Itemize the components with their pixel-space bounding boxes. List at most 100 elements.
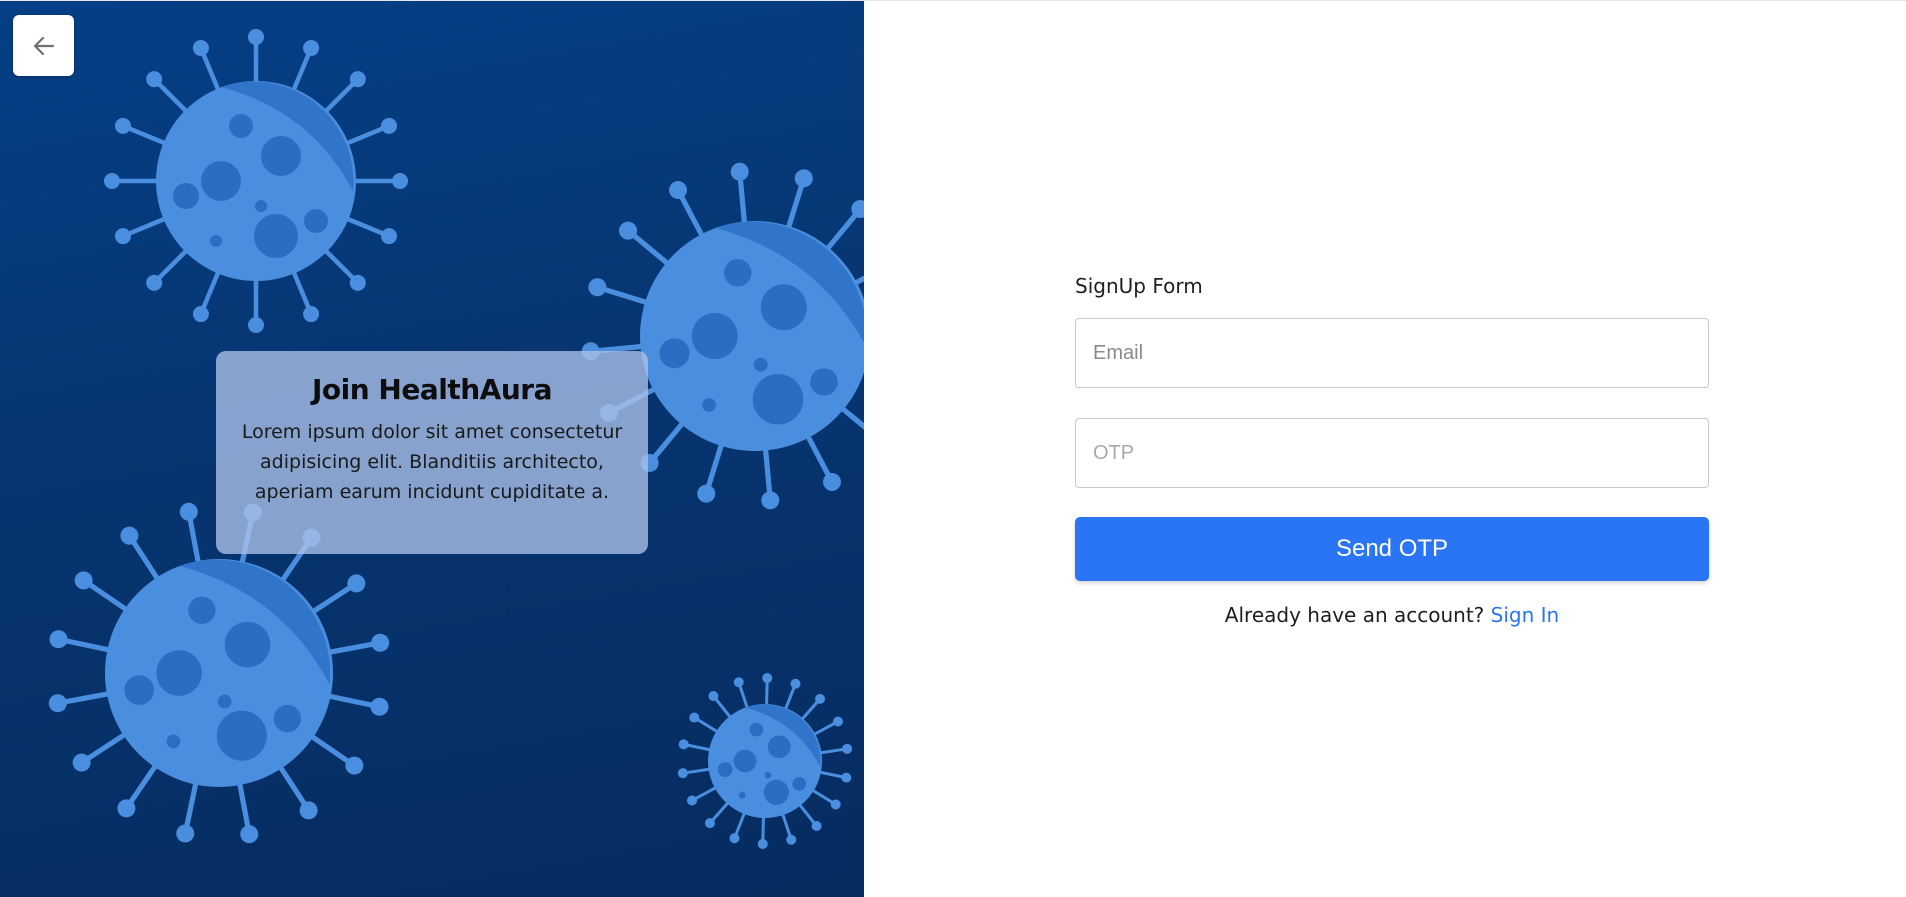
virus-spike-knob [72,753,91,772]
virus-spot [273,704,302,733]
virus-spike-knob [146,274,163,291]
virus-spike-knob [757,838,768,849]
email-input[interactable] [1075,318,1709,388]
virus-spike-knob [815,693,826,704]
virus-spike-knob [811,821,822,832]
virus-spike-knob [192,306,209,323]
hero-panel: Join HealthAura Lorem ipsum dolor sit am… [0,1,864,897]
virus-spot [255,200,267,212]
virus-spike-knob [687,795,698,806]
virus-spike-knob [786,834,797,845]
virus-spike-knob [729,833,740,844]
virus-spike-knob [371,633,390,652]
virus-spike-knob [697,484,716,503]
virus-spot [752,373,804,425]
virus-body [156,81,356,281]
virus-spot [764,771,772,779]
virus-body [708,704,822,818]
virus-spike-knob [381,117,398,134]
virus-spike-knob [248,317,264,333]
promo-title: Join HealthAura [312,373,552,406]
signin-link[interactable]: Sign In [1491,603,1560,627]
virus-spike-knob [299,801,318,820]
virus-spot [749,722,764,737]
virus-spot [717,762,733,777]
virus-spot [210,235,222,247]
virus-spike-knob [48,694,67,713]
virus-spike-knob [832,716,843,727]
signup-page: Join HealthAura Lorem ipsum dolor sit am… [0,0,1906,897]
virus-spot [659,338,690,369]
virus-spot [217,694,232,709]
signin-prompt: Already have an account? [1224,603,1485,627]
virus-spike-knob [708,690,719,701]
virus-spot [216,710,267,761]
virus-spot [763,779,789,805]
virus-spot [124,675,155,705]
virus-spike-knob [704,818,715,829]
virus-spike-knob [761,491,780,510]
virus-spike-knob [120,526,139,545]
virus-spot [753,357,768,372]
virus-spike-knob [345,756,364,775]
virus-spike-knob [730,162,749,181]
virus-spike-knob [347,574,366,593]
virus-spot [760,284,807,331]
virus-spot [702,398,716,412]
virus-spike-knob [822,472,841,491]
virus-spike-knob [114,228,131,245]
promo-description: Lorem ipsum dolor sit amet consectetur a… [241,421,623,503]
virus-spot [254,214,298,258]
virus-spike-knob [790,678,801,689]
virus-spike-knob [842,743,853,754]
virus-spike-knob [762,673,773,684]
virus-spot [156,650,202,696]
promo-card: Join HealthAura Lorem ipsum dolor sit am… [216,351,648,554]
virus-spike-knob [619,221,638,240]
virus-spike-knob [588,278,607,297]
virus-spike-knob [303,39,320,56]
virus-spike-knob [381,228,398,245]
virus-spot [261,136,301,176]
arrow-left-icon [33,36,54,55]
virus-body [105,559,333,787]
back-button[interactable] [13,15,74,76]
virus-spike-knob [74,571,93,590]
virus-spike-knob [733,677,744,688]
signin-row: Already have an account? Sign In [1075,603,1709,627]
virus-spike-knob [179,502,198,521]
virus-spot [767,735,791,759]
virus-spot [810,368,838,396]
virus-spike-knob [248,29,264,45]
virus-spot [304,209,328,233]
virus-spike-knob [176,824,195,843]
virus-spike-knob [349,71,366,88]
virus-spike-knob [117,799,136,818]
virus-spike-knob [349,274,366,291]
virus-spot [166,734,181,749]
virus-spike-knob [240,825,259,844]
virus-spike-knob [841,772,852,783]
virus-spot [738,791,746,799]
virus-spot [229,114,253,138]
virus-spike-knob [392,173,408,189]
virus-spike-knob [830,799,841,810]
virus-icon [677,673,853,849]
virus-spot [173,183,199,209]
virus-spike-knob [370,697,389,716]
virus-spot [792,776,807,791]
virus-spike-knob [303,306,320,323]
virus-spike-knob [49,630,68,649]
virus-spot [188,596,216,624]
virus-spike-knob [677,768,688,779]
signup-form: SignUp Form Send OTP Already have an acc… [1075,270,1709,627]
virus-spot [723,258,752,287]
virus-spike-knob [794,169,813,188]
virus-spike [837,404,864,430]
virus-spot [691,313,738,359]
otp-input[interactable] [1075,418,1709,488]
send-otp-button[interactable]: Send OTP [1075,517,1709,581]
virus-spot [733,749,757,773]
virus-spike-knob [146,71,163,88]
virus-spike-knob [678,739,689,750]
